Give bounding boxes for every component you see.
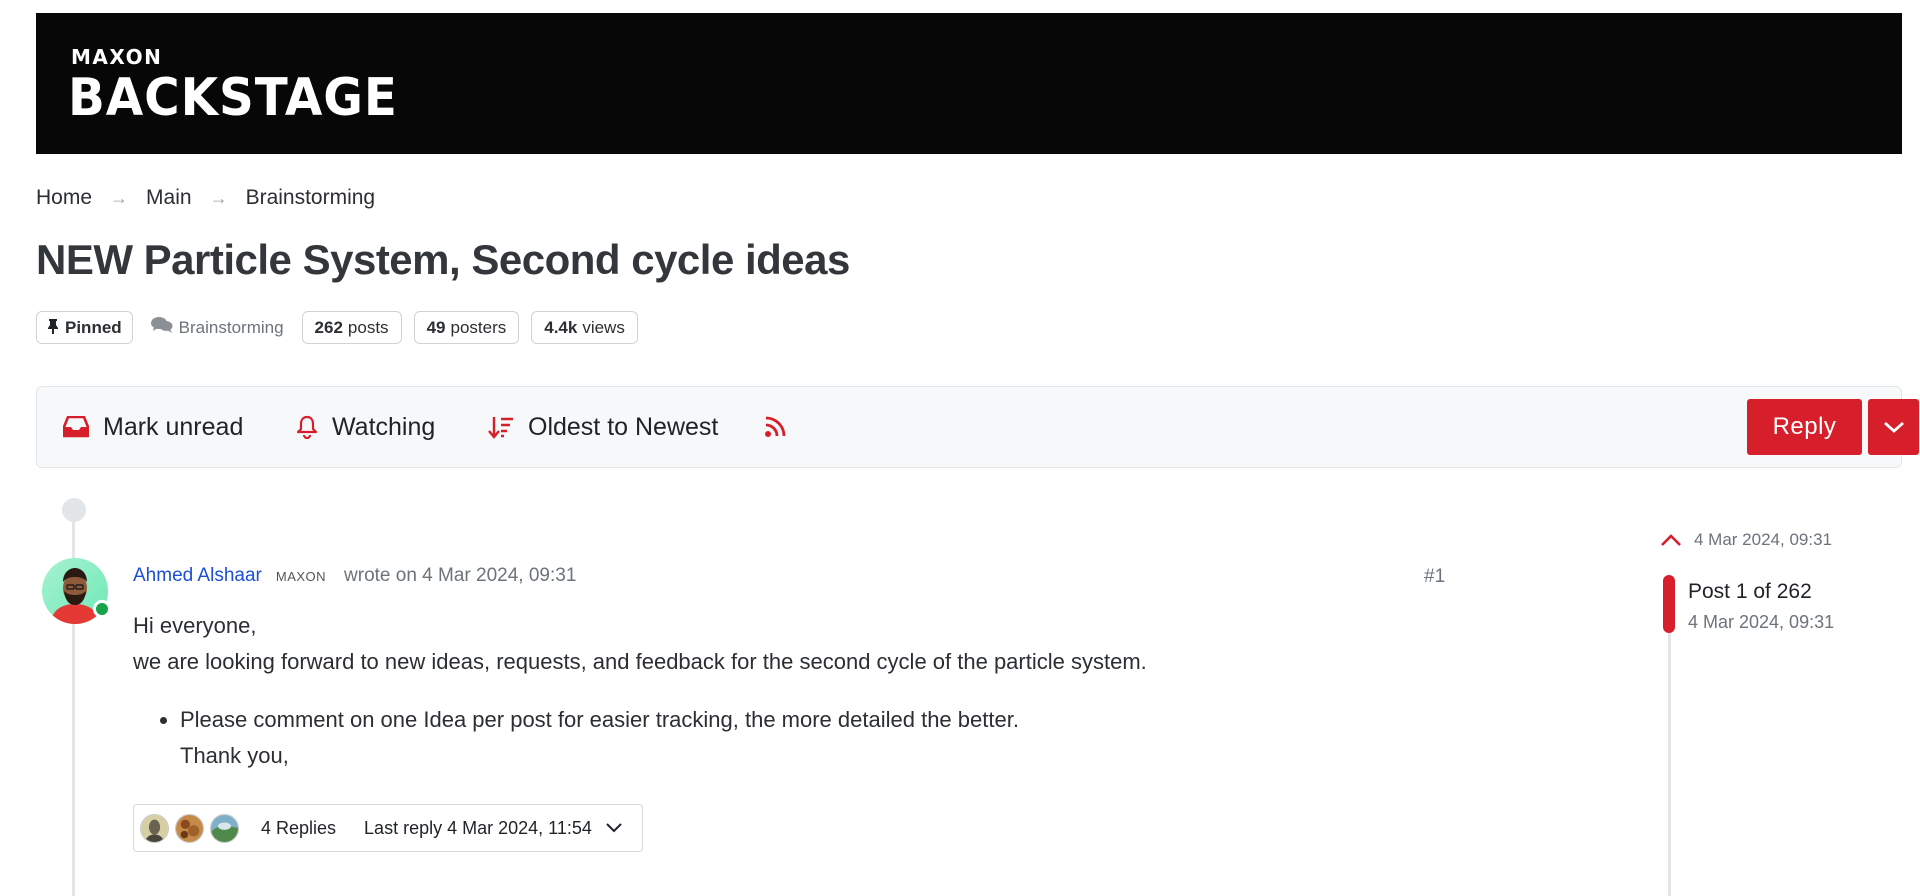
- post-line: Hi everyone,: [133, 613, 257, 638]
- views-count-badge: 4.4k views: [531, 311, 638, 344]
- chevron-down-icon: [606, 823, 622, 833]
- post-timestamp[interactable]: wrote on 4 Mar 2024, 09:31: [344, 565, 576, 587]
- breadcrumb-brainstorming[interactable]: Brainstorming: [246, 186, 376, 210]
- pinned-label: Pinned: [65, 317, 122, 337]
- inbox-icon: [63, 416, 89, 438]
- navigator-position: Post 1 of 262: [1688, 580, 1812, 603]
- timeline-start-dot: [62, 498, 86, 522]
- watching-button[interactable]: Watching: [296, 387, 435, 467]
- posters-count-badge: 49 posters: [413, 311, 520, 344]
- post-header: Ahmed Alshaar MAXON wrote on 4 Mar 2024,…: [133, 565, 576, 587]
- online-status-dot: [93, 600, 111, 618]
- navigator-handle[interactable]: [1663, 575, 1675, 633]
- avatar: [140, 813, 169, 843]
- group-badge[interactable]: MAXON: [276, 569, 326, 584]
- topic-meta: Pinned Brainstorming 262 posts 49 poster…: [36, 311, 638, 344]
- post-number[interactable]: #1: [1424, 566, 1445, 588]
- post-content: Hi everyone, we are looking forward to n…: [133, 608, 1147, 774]
- post-list: Please comment on one Idea per post for …: [160, 702, 1147, 774]
- pin-icon: [47, 318, 59, 338]
- category-link[interactable]: Brainstorming: [145, 316, 290, 339]
- chevron-down-icon: [1883, 421, 1904, 433]
- arrow-right-icon: →: [110, 187, 129, 208]
- mark-unread-button[interactable]: Mark unread: [63, 387, 243, 467]
- posts-label: posts: [347, 317, 389, 337]
- navigator-first-post[interactable]: 4 Mar 2024, 09:31: [1660, 530, 1832, 550]
- sort-label: Oldest to Newest: [528, 412, 719, 441]
- reply-options-button[interactable]: [1868, 399, 1919, 455]
- posters-count: 49: [426, 317, 446, 337]
- replies-count: 4 Replies: [261, 817, 337, 838]
- breadcrumb-main[interactable]: Main: [146, 186, 192, 210]
- chevron-up-icon: [1661, 534, 1681, 546]
- posts-count-badge: 262 posts: [301, 311, 402, 344]
- post-line: we are looking forward to new ideas, req…: [133, 649, 1147, 674]
- list-item: Please comment on one Idea per post for …: [160, 702, 1147, 774]
- topic-toolbar: Mark unread Watching Oldest to Newest Re…: [36, 386, 1919, 468]
- bullet-text: Thank you,: [180, 743, 289, 768]
- category-label: Brainstorming: [178, 317, 284, 337]
- watching-label: Watching: [332, 412, 436, 441]
- replies-summary-button[interactable]: 4 Replies Last reply 4 Mar 2024, 11:54: [133, 804, 643, 852]
- views-count: 4.4k: [544, 317, 578, 337]
- navigator-current-date: 4 Mar 2024, 09:31: [1688, 612, 1835, 632]
- mark-unread-label: Mark unread: [103, 412, 244, 441]
- rss-icon[interactable]: [764, 387, 800, 467]
- views-label: views: [582, 317, 625, 337]
- brand-logo[interactable]: BACKSTAGE: [68, 68, 398, 128]
- avatar: [210, 813, 239, 843]
- posts-count: 262: [314, 317, 343, 337]
- breadcrumb-home[interactable]: Home: [36, 186, 92, 210]
- pinned-badge: Pinned: [36, 311, 133, 344]
- avatar: [175, 813, 204, 843]
- author-name[interactable]: Ahmed Alshaar: [133, 565, 262, 587]
- sort-down-icon: [488, 417, 513, 439]
- bell-icon: [296, 415, 318, 439]
- page-title: NEW Particle System, Second cycle ideas: [36, 236, 850, 283]
- breadcrumb: Home → Main → Brainstorming: [36, 184, 375, 212]
- posters-label: posters: [450, 317, 507, 337]
- reply-button[interactable]: Reply: [1747, 399, 1862, 455]
- sort-button[interactable]: Oldest to Newest: [488, 387, 718, 467]
- bullet-text: Please comment on one Idea per post for …: [180, 707, 1019, 732]
- navigator-top-date: 4 Mar 2024, 09:31: [1694, 530, 1832, 549]
- brand-logo-top[interactable]: MAXON: [71, 45, 162, 69]
- arrow-right-icon: →: [209, 187, 228, 208]
- last-reply-time: Last reply 4 Mar 2024, 11:54: [364, 817, 592, 838]
- comments-icon: [150, 316, 173, 339]
